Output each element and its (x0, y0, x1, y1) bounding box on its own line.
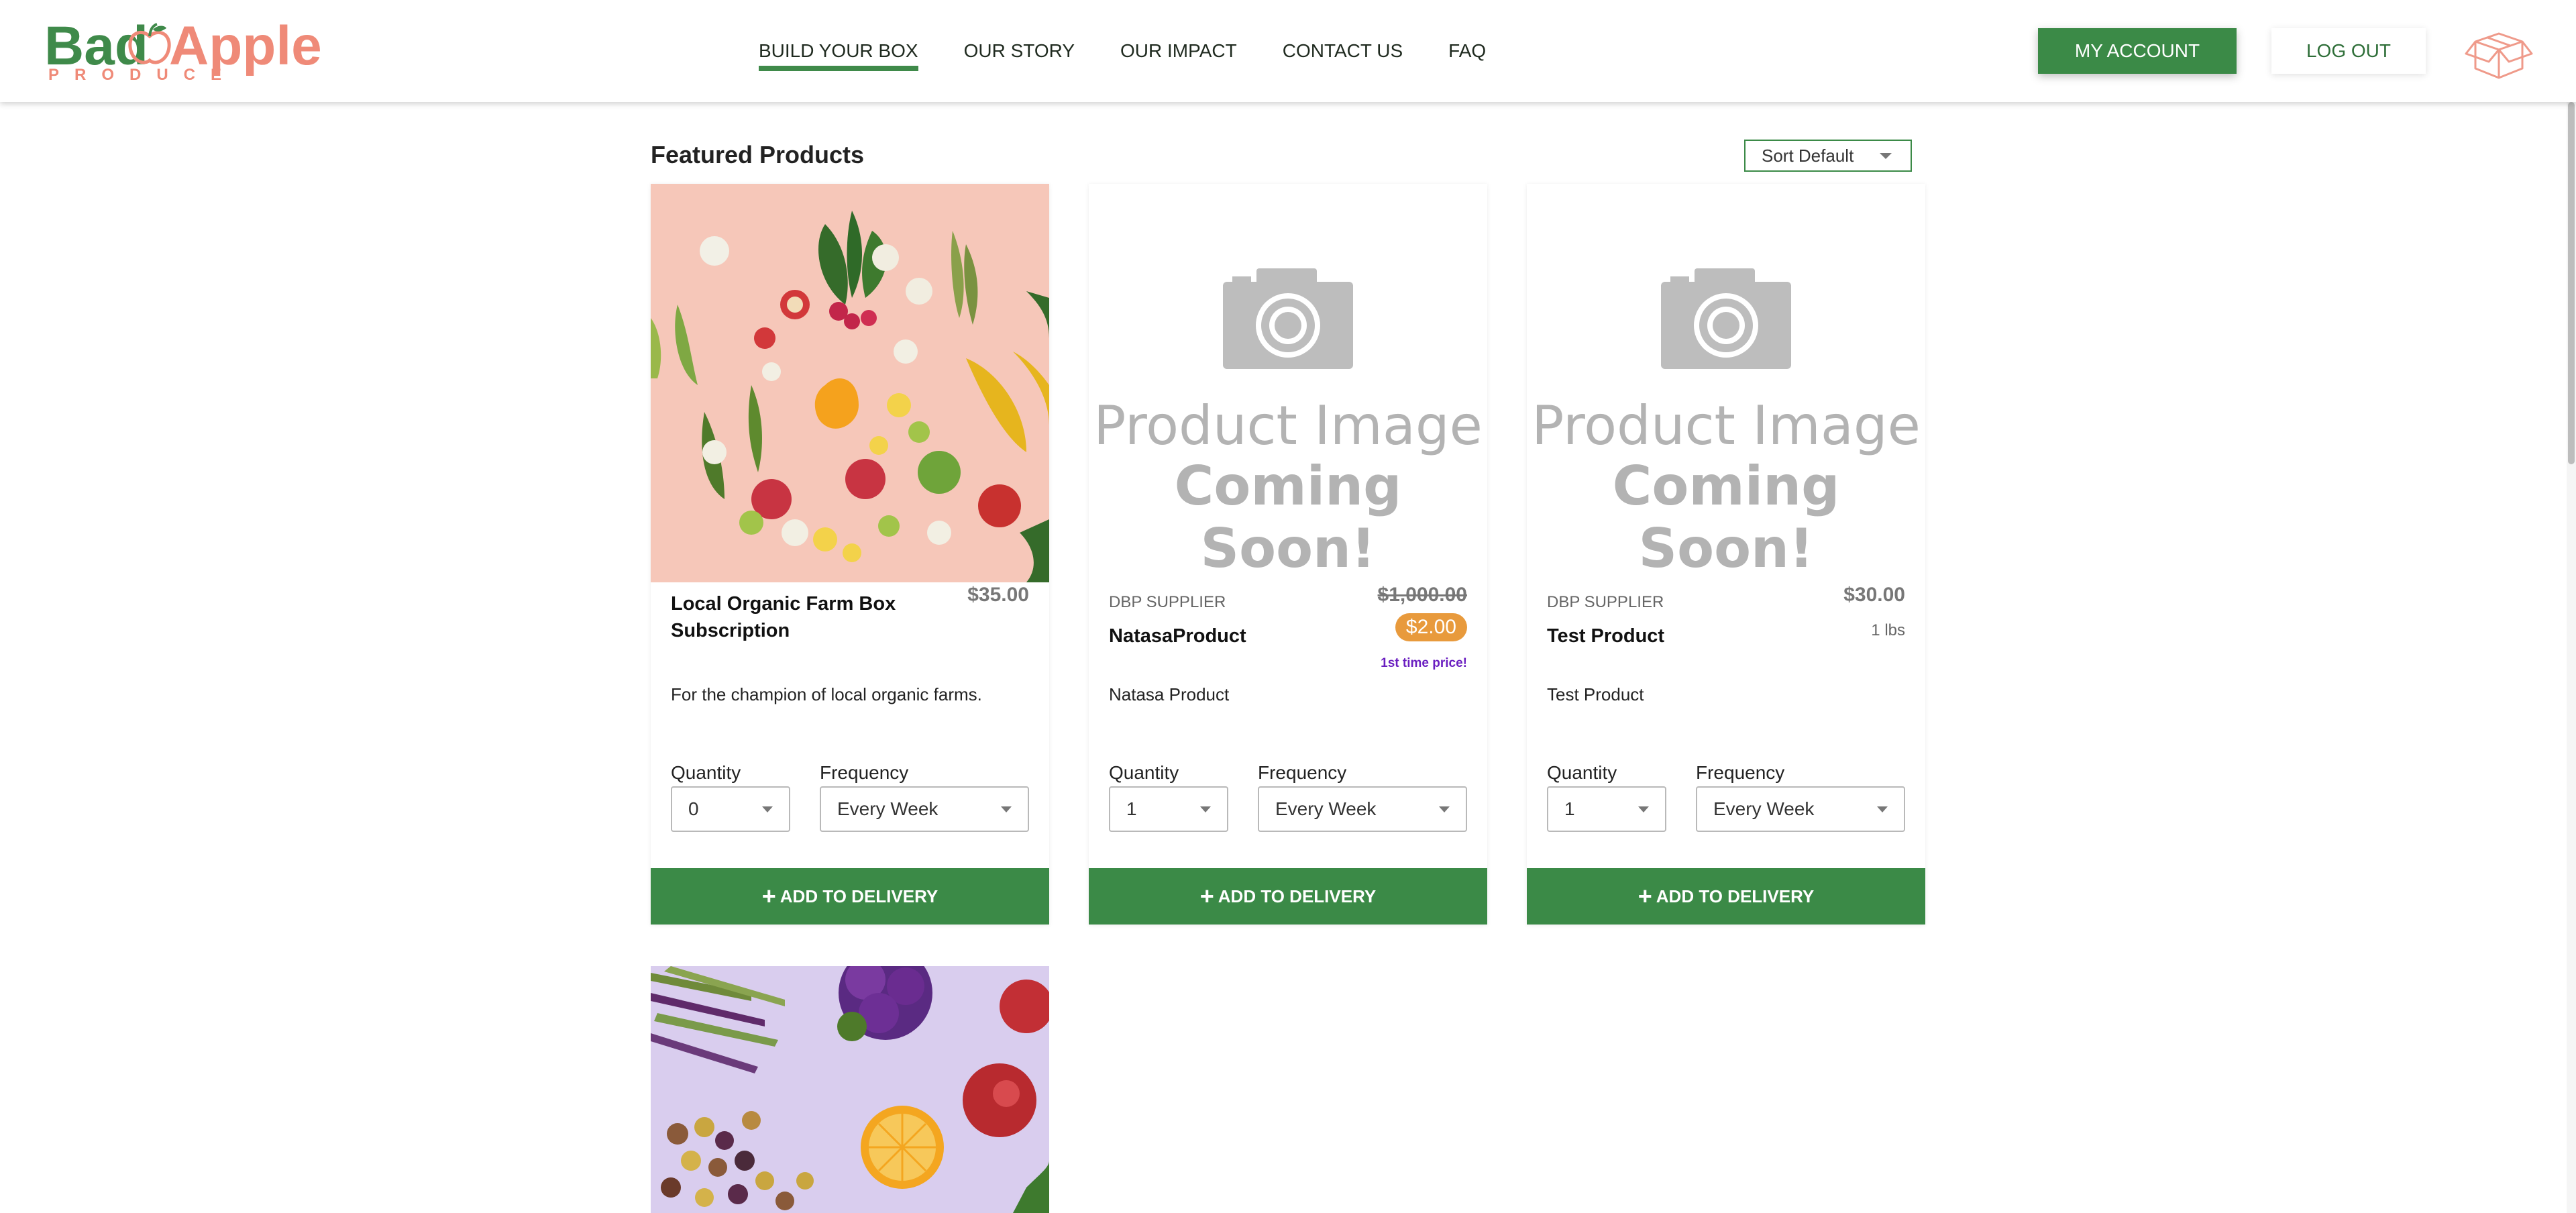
quantity-label: Quantity (1547, 762, 1617, 783)
placeholder-line1: Product Image (1532, 394, 1921, 457)
camera-icon (1223, 268, 1353, 369)
product-image[interactable] (651, 184, 1049, 582)
add-to-delivery-label: ADD TO DELIVERY (1218, 886, 1377, 906)
frequency-select[interactable]: Every Week (820, 786, 1029, 832)
placeholder-line2: Coming Soon! (1174, 455, 1402, 580)
placeholder-line1: Product Image (1093, 394, 1483, 457)
supplier-label: DBP SUPPLIER (1109, 593, 1226, 611)
nav-our-story[interactable]: OUR STORY (964, 38, 1075, 64)
nav-faq[interactable]: FAQ (1448, 38, 1486, 64)
log-out-button[interactable]: LOG OUT (2271, 28, 2426, 74)
sort-selected-value: Sort Default (1762, 145, 1854, 166)
nav-build-your-box[interactable]: BUILD YOUR BOX (759, 38, 918, 71)
product-description: Test Product (1547, 684, 1644, 704)
quantity-value: 1 (1564, 798, 1575, 819)
add-to-delivery-button[interactable]: + ADD TO DELIVERY (1089, 868, 1487, 925)
logo-subtitle: PRODUCE (48, 66, 237, 84)
scrollbar-thumb[interactable] (2568, 102, 2575, 464)
vegetables-photo (651, 184, 1049, 582)
product-description: Natasa Product (1109, 684, 1230, 704)
frequency-value: Every Week (1275, 798, 1377, 819)
product-name[interactable]: Test Product (1547, 623, 1815, 649)
frequency-value: Every Week (837, 798, 938, 819)
box-icon[interactable] (2462, 24, 2536, 81)
frequency-select[interactable]: Every Week (1696, 786, 1905, 832)
frequency-select[interactable]: Every Week (1258, 786, 1467, 832)
nav-contact-us[interactable]: CONTACT US (1283, 38, 1403, 64)
add-to-delivery-label: ADD TO DELIVERY (780, 886, 938, 906)
sort-dropdown[interactable]: Sort Default (1744, 140, 1912, 172)
chevron-down-icon (1638, 806, 1649, 812)
main-nav: BUILD YOUR BOX OUR STORY OUR IMPACT CONT… (759, 38, 1532, 71)
frequency-label: Frequency (820, 762, 909, 783)
add-to-delivery-label: ADD TO DELIVERY (1656, 886, 1815, 906)
product-card: Product Image Coming Soon! DBP SUPPLIER … (1527, 184, 1925, 925)
nav-our-impact[interactable]: OUR IMPACT (1120, 38, 1237, 64)
chevron-down-icon (1880, 153, 1892, 159)
chevron-down-icon (1200, 806, 1211, 812)
my-account-button[interactable]: MY ACCOUNT (2038, 28, 2237, 74)
product-price: $30.00 (1843, 584, 1905, 606)
placeholder-line2: Coming Soon! (1612, 455, 1840, 580)
quantity-select[interactable]: 0 (671, 786, 790, 832)
chevron-down-icon (1439, 806, 1450, 812)
quantity-value: 0 (688, 798, 699, 819)
quantity-select[interactable]: 1 (1547, 786, 1666, 832)
product-image-placeholder[interactable]: Product Image Coming Soon! (1527, 184, 1925, 582)
promo-note: 1st time price! (1381, 656, 1467, 670)
supplier-label: DBP SUPPLIER (1547, 593, 1664, 611)
frequency-label: Frequency (1696, 762, 1785, 783)
original-price: $1,000.00 (1377, 584, 1467, 606)
product-price: $35.00 (967, 584, 1029, 606)
product-name[interactable]: NatasaProduct (1109, 623, 1377, 649)
logo[interactable]: Bad Apple PRODUCE (44, 17, 322, 85)
camera-icon (1661, 268, 1791, 369)
product-image-placeholder[interactable]: Product Image Coming Soon! (1089, 184, 1487, 582)
page-title: Featured Products (651, 141, 865, 168)
quantity-select[interactable]: 1 (1109, 786, 1228, 832)
quantity-value: 1 (1126, 798, 1137, 819)
chevron-down-icon (1001, 806, 1012, 812)
frequency-value: Every Week (1713, 798, 1815, 819)
add-to-delivery-button[interactable]: + ADD TO DELIVERY (651, 868, 1049, 925)
product-description: For the champion of local organic farms. (671, 684, 982, 704)
frequency-label: Frequency (1258, 762, 1347, 783)
plus-icon: + (761, 882, 776, 910)
product-image[interactable] (651, 966, 1049, 1213)
product-card (651, 966, 1049, 1213)
chevron-down-icon (1877, 806, 1888, 812)
plus-icon: + (1199, 882, 1214, 910)
product-name[interactable]: Local Organic Farm Box Subscription (671, 590, 939, 644)
product-card: Product Image Coming Soon! DBP SUPPLIER … (1089, 184, 1487, 925)
product-card: Local Organic Farm Box Subscription $35.… (651, 184, 1049, 925)
quantity-label: Quantity (1109, 762, 1179, 783)
promo-price-badge: $2.00 (1395, 613, 1467, 641)
quantity-label: Quantity (671, 762, 741, 783)
plus-icon: + (1638, 882, 1652, 910)
chevron-down-icon (762, 806, 773, 812)
add-to-delivery-button[interactable]: + ADD TO DELIVERY (1527, 868, 1925, 925)
site-header: Bad Apple PRODUCE BUILD YOUR BOX OUR STO… (0, 0, 2576, 102)
product-unit: 1 lbs (1871, 621, 1905, 639)
apple-icon (128, 23, 171, 64)
